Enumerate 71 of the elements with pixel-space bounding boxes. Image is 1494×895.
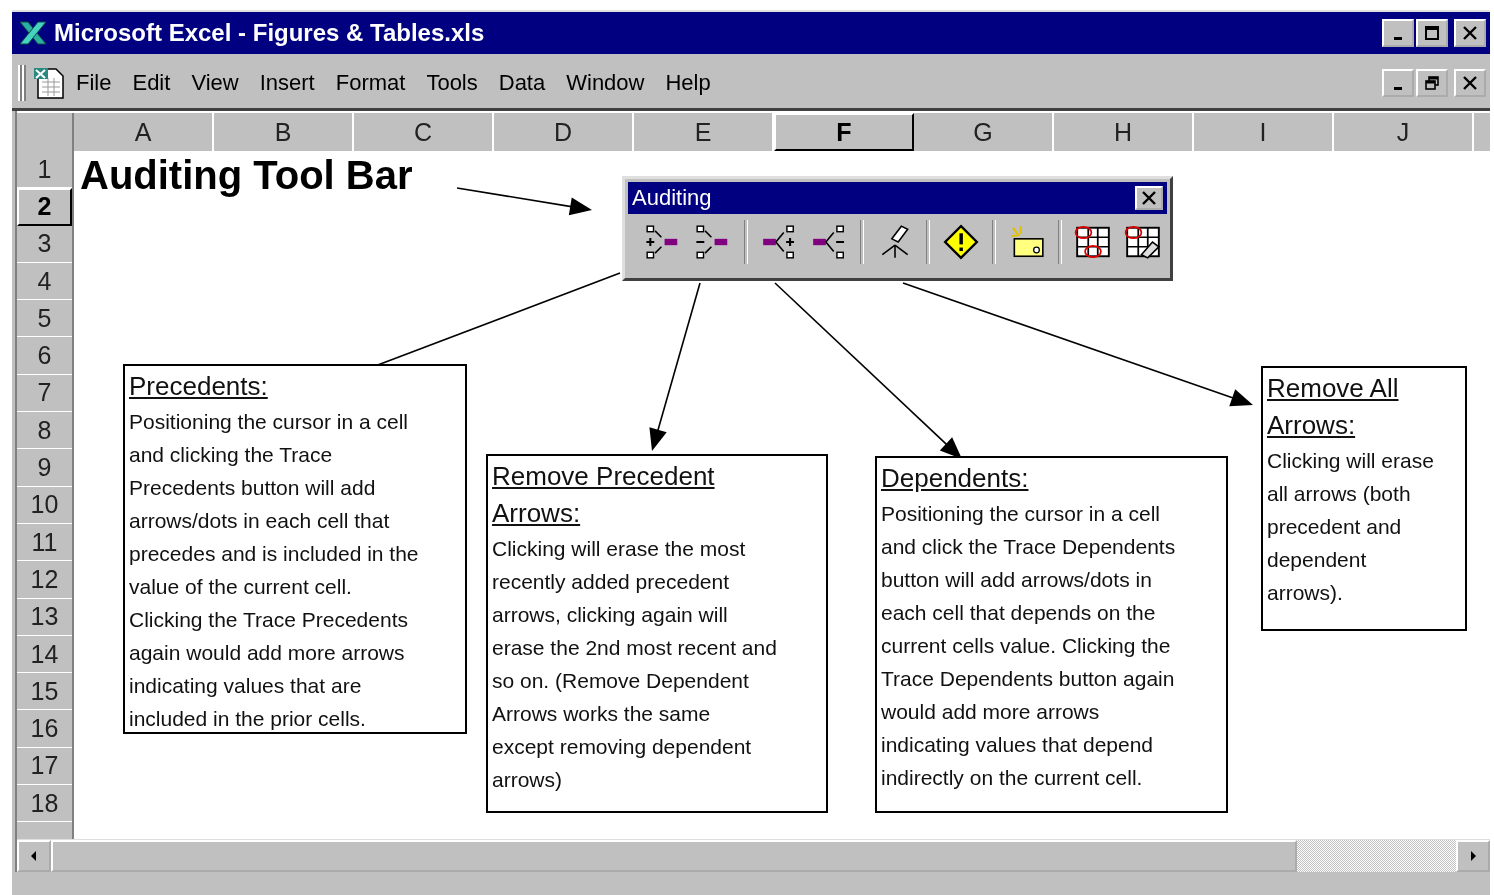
minimize-button[interactable] [1382,19,1414,47]
menu-item[interactable]: Edit [132,70,171,96]
row-header[interactable]: 7 [17,374,72,413]
menu-item[interactable]: View [191,70,239,96]
note-heading: Remove All Arrows: [1267,372,1400,442]
column-header[interactable]: G [914,113,1054,151]
window-title: Microsoft Excel - Figures & Tables.xls [54,19,485,47]
close-icon [1141,191,1157,205]
column-header[interactable]: I [1194,113,1334,151]
row-header[interactable]: 10 [17,486,72,524]
row-header[interactable]: 5 [17,300,72,338]
row-header[interactable]: 9 [17,449,72,487]
scroll-right-button[interactable] [1456,840,1490,872]
scroll-left-button[interactable] [17,840,51,872]
left-triangle-icon [29,849,39,863]
note-text: Clicking will erase all arrows (both precedent and dependent arrows). [1267,448,1435,606]
right-triangle-icon [1468,849,1478,863]
row-header[interactable]: 2 [17,188,72,226]
menu-item[interactable]: Window [566,70,645,96]
minimize-icon [1394,36,1402,40]
row-header[interactable]: 14 [17,635,72,674]
close-button[interactable] [1454,69,1486,97]
note-heading: Precedents: [129,370,269,403]
menu-item[interactable]: Help [665,70,711,96]
row-header[interactable]: 8 [17,412,72,450]
column-header[interactable]: C [354,113,494,151]
column-header[interactable]: B [214,113,354,151]
menu-item[interactable]: Insert [259,70,315,96]
row-header[interactable]: 12 [17,561,72,599]
restore-button[interactable] [1416,69,1448,97]
toolbar-title: Auditing [632,185,712,211]
column-header[interactable]: E [634,113,774,151]
row-header[interactable]: 3 [17,225,72,263]
sheet-title: Auditing Tool Bar [80,153,413,198]
minimize-icon [1394,86,1402,90]
spreadsheet-document-icon[interactable] [32,66,66,100]
row-header[interactable]: 16 [17,710,72,748]
excel-logo-icon [18,20,48,46]
column-header[interactable]: J [1334,113,1474,151]
close-icon [1462,76,1478,90]
maximize-icon [1424,26,1440,40]
note-text: Positioning the cursor in a cell and clicking the Trace Precedents button will add arrows/dots in each cell that precedes and is included in the value of the current cell. Clicking the Trace Precedents again would add more arrows indicating values that are included in the prior cells. [129,409,420,732]
close-button[interactable] [1454,19,1486,47]
close-icon [1462,26,1478,40]
note-heading: Dependents: [881,462,1030,495]
column-header[interactable]: A [74,113,214,151]
scroll-thumb[interactable] [51,840,1297,872]
minimize-button[interactable] [1382,69,1414,97]
column-header[interactable]: H [1054,113,1194,151]
row-header[interactable]: 17 [17,747,72,786]
row-header[interactable]: 18 [17,785,72,823]
row-header[interactable]: 13 [17,598,72,636]
row-header[interactable]: 6 [17,337,72,375]
note-text: Positioning the cursor in a cell and click the Trace Dependents button will add arrows/dots in each cell that depends on the current cells value. Clicking the Trace Dependents button again would add more arrows indicating values that depend indirectly on the current cell. [881,501,1177,791]
menu-item[interactable]: File [76,70,112,96]
menu-item[interactable]: Data [498,70,546,96]
row-header[interactable]: 4 [17,262,72,301]
close-button[interactable] [1135,186,1163,210]
horizontal-scrollbar[interactable] [17,839,1490,872]
row-header[interactable]: 1 [17,151,72,189]
column-header[interactable]: F [774,113,914,151]
menu-item[interactable]: Tools [426,70,478,96]
maximize-button[interactable] [1416,19,1448,47]
note-text: Clicking will erase the most recently added precedent arrows, clicking again will erase the 2nd most recent and so on. (Remove Dependent Arrows works the same except removing dependent arrows) [492,536,778,793]
column-header[interactable]: D [494,113,634,151]
note-heading: Remove Precedent Arrows: [492,460,716,530]
menu-item[interactable]: Format [335,70,406,96]
row-header[interactable]: 11 [17,523,72,562]
grip-icon [18,65,26,101]
row-header[interactable]: 15 [17,673,72,711]
restore-icon [1424,76,1440,90]
